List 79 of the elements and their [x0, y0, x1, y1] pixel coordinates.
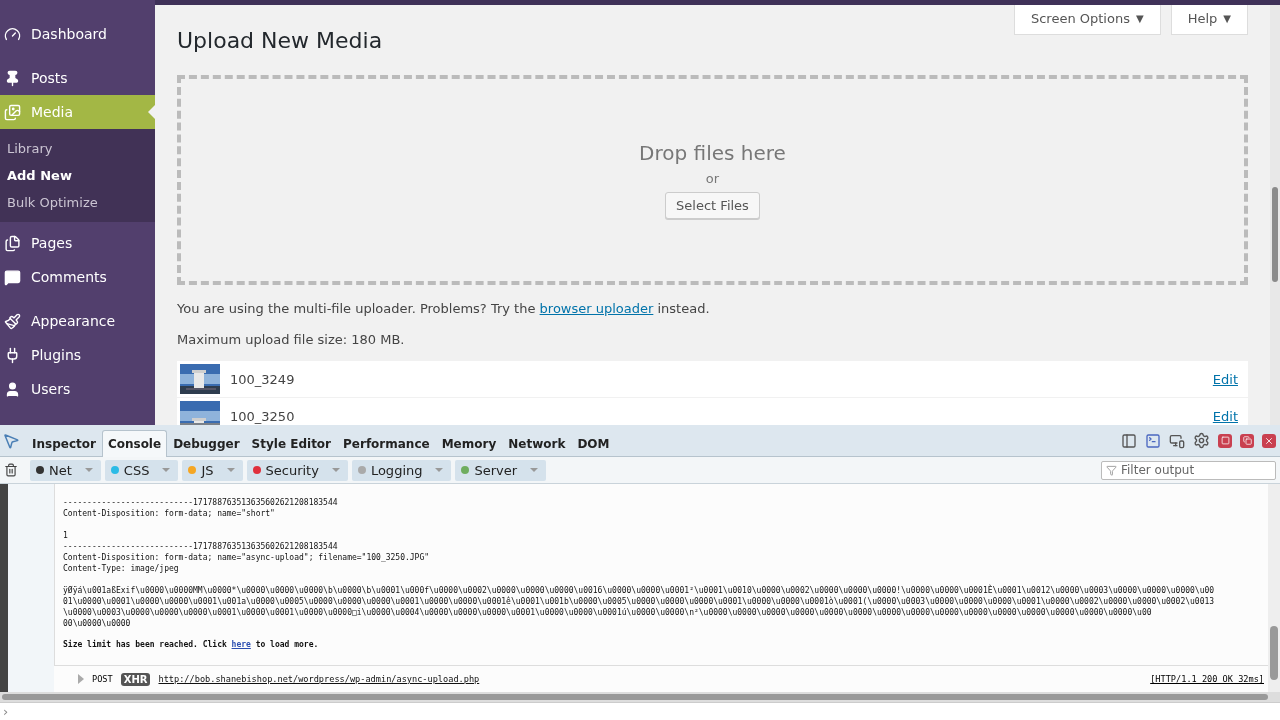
terminal-icon[interactable]	[1145, 432, 1161, 449]
sidebar-item[interactable]: Comments	[0, 260, 155, 294]
copy-icon	[1242, 436, 1252, 445]
request-method: POST	[92, 674, 113, 684]
filter-button[interactable]: JS	[182, 459, 243, 481]
undock-button[interactable]	[1240, 433, 1254, 448]
submenu-item[interactable]: Add New	[0, 162, 155, 189]
filter-field[interactable]: Filter output	[1101, 460, 1276, 480]
filter-button[interactable]: Security	[246, 459, 348, 481]
log-line: 01\u0000\u0001\u0000\u0000\u0001\u001a\u0000\u0005\u0000\u0000\u0000\u0001\u0000\u0000\u0001ê\u0001\u001b\u0000\u0005\u0000\u0000\u0000\u0001\u0000\u0000\u0001ò\u0001(\u0000\u0003\u0000\u0000\u0000\u0001\u0000\u0002\u0000\u0000\u0002\u0013	[63, 596, 1216, 607]
sidebar-item[interactable]: Appearance	[0, 304, 155, 338]
drop-zone[interactable]: Drop files here or Select Files	[177, 75, 1248, 285]
dock-button[interactable]	[1218, 433, 1232, 448]
paintbrush-icon	[4, 312, 21, 330]
log-line: Content-Type: image/jpeg	[63, 563, 180, 574]
pointer-icon[interactable]	[2, 431, 20, 450]
trash-icon[interactable]	[4, 463, 18, 477]
close-icon	[1264, 435, 1274, 446]
submenu-item[interactable]: Bulk Optimize	[0, 189, 155, 216]
sidebar-item[interactable]: Posts	[0, 61, 155, 95]
filter-button[interactable]: Logging	[351, 459, 452, 481]
close-button[interactable]	[1262, 433, 1276, 448]
load-more-link[interactable]: here	[231, 640, 251, 649]
sidebar-item[interactable]: Plugins	[0, 338, 155, 372]
page-title: Upload New Media	[177, 28, 384, 53]
sidebar-item[interactable]: Pages	[0, 226, 155, 260]
gauge-icon	[4, 25, 21, 43]
header-tab-button[interactable]: Screen Options ▼	[1013, 5, 1161, 35]
user-icon	[4, 380, 21, 398]
filter-button[interactable]: CSS	[104, 459, 179, 481]
log-line: ÿØÿá\u001aßExif\u0000\u0000MM\u0000*\u0000\u0000\u0000\b\u0000\b\u0001\u000f\u0000\u0002\u0000\u0000\u0000\u0016\u0000\u0000\u0001²\u0001\u0010\u0000\u0002\u0000\u0000\u0000!\u0000\u0000\u0001È\u0001\u0012\u0000\u0003\u0000\u0000\u0000\u00	[63, 585, 1216, 596]
edit-link[interactable]: Edit	[1212, 371, 1238, 387]
scrollbar-thumb[interactable]	[1270, 626, 1278, 680]
pin-icon	[4, 69, 21, 87]
or-text: or	[705, 171, 720, 186]
expand-triangle-icon[interactable]	[78, 674, 84, 684]
responsive-icon[interactable]	[1169, 432, 1185, 449]
log-line: 00\u0000\u0000	[63, 618, 132, 629]
devtools-tab[interactable]: Performance	[337, 430, 436, 457]
devtools-tab[interactable]: DOM	[571, 430, 616, 457]
pages-icon	[4, 234, 21, 252]
uploader-note: You are using the multi-file uploader. Problems? Try the browser uploader instead.	[177, 301, 711, 316]
edit-link[interactable]: Edit	[1212, 408, 1238, 424]
devtools-tab[interactable]: Debugger	[167, 430, 246, 457]
devtools-tab[interactable]: Inspector	[26, 430, 102, 457]
devtools-tab[interactable]: Style Editor	[245, 430, 338, 457]
log-line: Content-Disposition: form-data; name="async-upload"; filename="100_3250.JPG"	[63, 552, 431, 563]
scrollbar-thumb[interactable]	[1272, 187, 1278, 282]
xhr-badge: XHR	[120, 672, 151, 686]
filter-button[interactable]: Net	[30, 459, 101, 481]
media-name: 100_3250	[230, 408, 296, 424]
sidebar-item[interactable]: Users	[0, 372, 155, 406]
response-status: [HTTP/1.1 200 OK 32ms]	[1150, 674, 1264, 684]
settings-icon[interactable]	[1193, 432, 1210, 449]
header-tab-button[interactable]: Help ▼	[1170, 5, 1248, 35]
log-line: Content-Disposition: form-data; name="short"	[63, 508, 276, 519]
select-files-button[interactable]: Select Files	[665, 192, 760, 219]
media-name: 100_3249	[230, 371, 296, 387]
log-line: ---------------------------171788763513635602621208183544	[63, 497, 339, 508]
log-line: \u0000\u0003\u0000\u0000\u0000\u0001\u0000\u0001\u0000\u0000□i\u0000\u0004\u0000\u0000\u0000\u0001\u0000\u0000\u0001ú\u0000\u0000\n²\u0000\u0000\u0000\u0000\u0000\u0000\u0000\u0000\u0000\u0000\u0000\u0000\u0000\u0000\u0000\u00	[63, 607, 1153, 618]
browser-uploader-link[interactable]: browser uploader	[539, 301, 654, 316]
size-limit-message: Size limit has been reached. Click here to load more.	[63, 640, 320, 649]
layout-icon[interactable]	[1121, 432, 1137, 449]
speech-bubble-icon	[4, 268, 21, 286]
devtools-tab[interactable]: Network	[502, 430, 572, 457]
log-line: 1	[63, 530, 69, 541]
sidebar-item[interactable]: Dashboard	[0, 17, 155, 51]
log-line: ---------------------------171788763513635602621208183544	[63, 541, 339, 552]
max-size-text: Maximum upload file size: 180 MB.	[177, 332, 406, 347]
devtools-tab[interactable]: Memory	[435, 430, 503, 457]
scrollbar-thumb[interactable]	[2, 694, 1268, 700]
filter-icon	[1106, 464, 1117, 476]
request-url-link[interactable]: http://bob.shanebishop.net/wordpress/wp-admin/async-upload.php	[158, 674, 480, 684]
submenu-item[interactable]: Library	[0, 135, 155, 162]
filter-button[interactable]: Server	[455, 459, 547, 481]
square-icon	[1220, 436, 1230, 445]
devtools-tab[interactable]: Console	[101, 430, 168, 457]
drop-heading: Drop files here	[639, 141, 786, 165]
images-icon	[4, 103, 21, 121]
